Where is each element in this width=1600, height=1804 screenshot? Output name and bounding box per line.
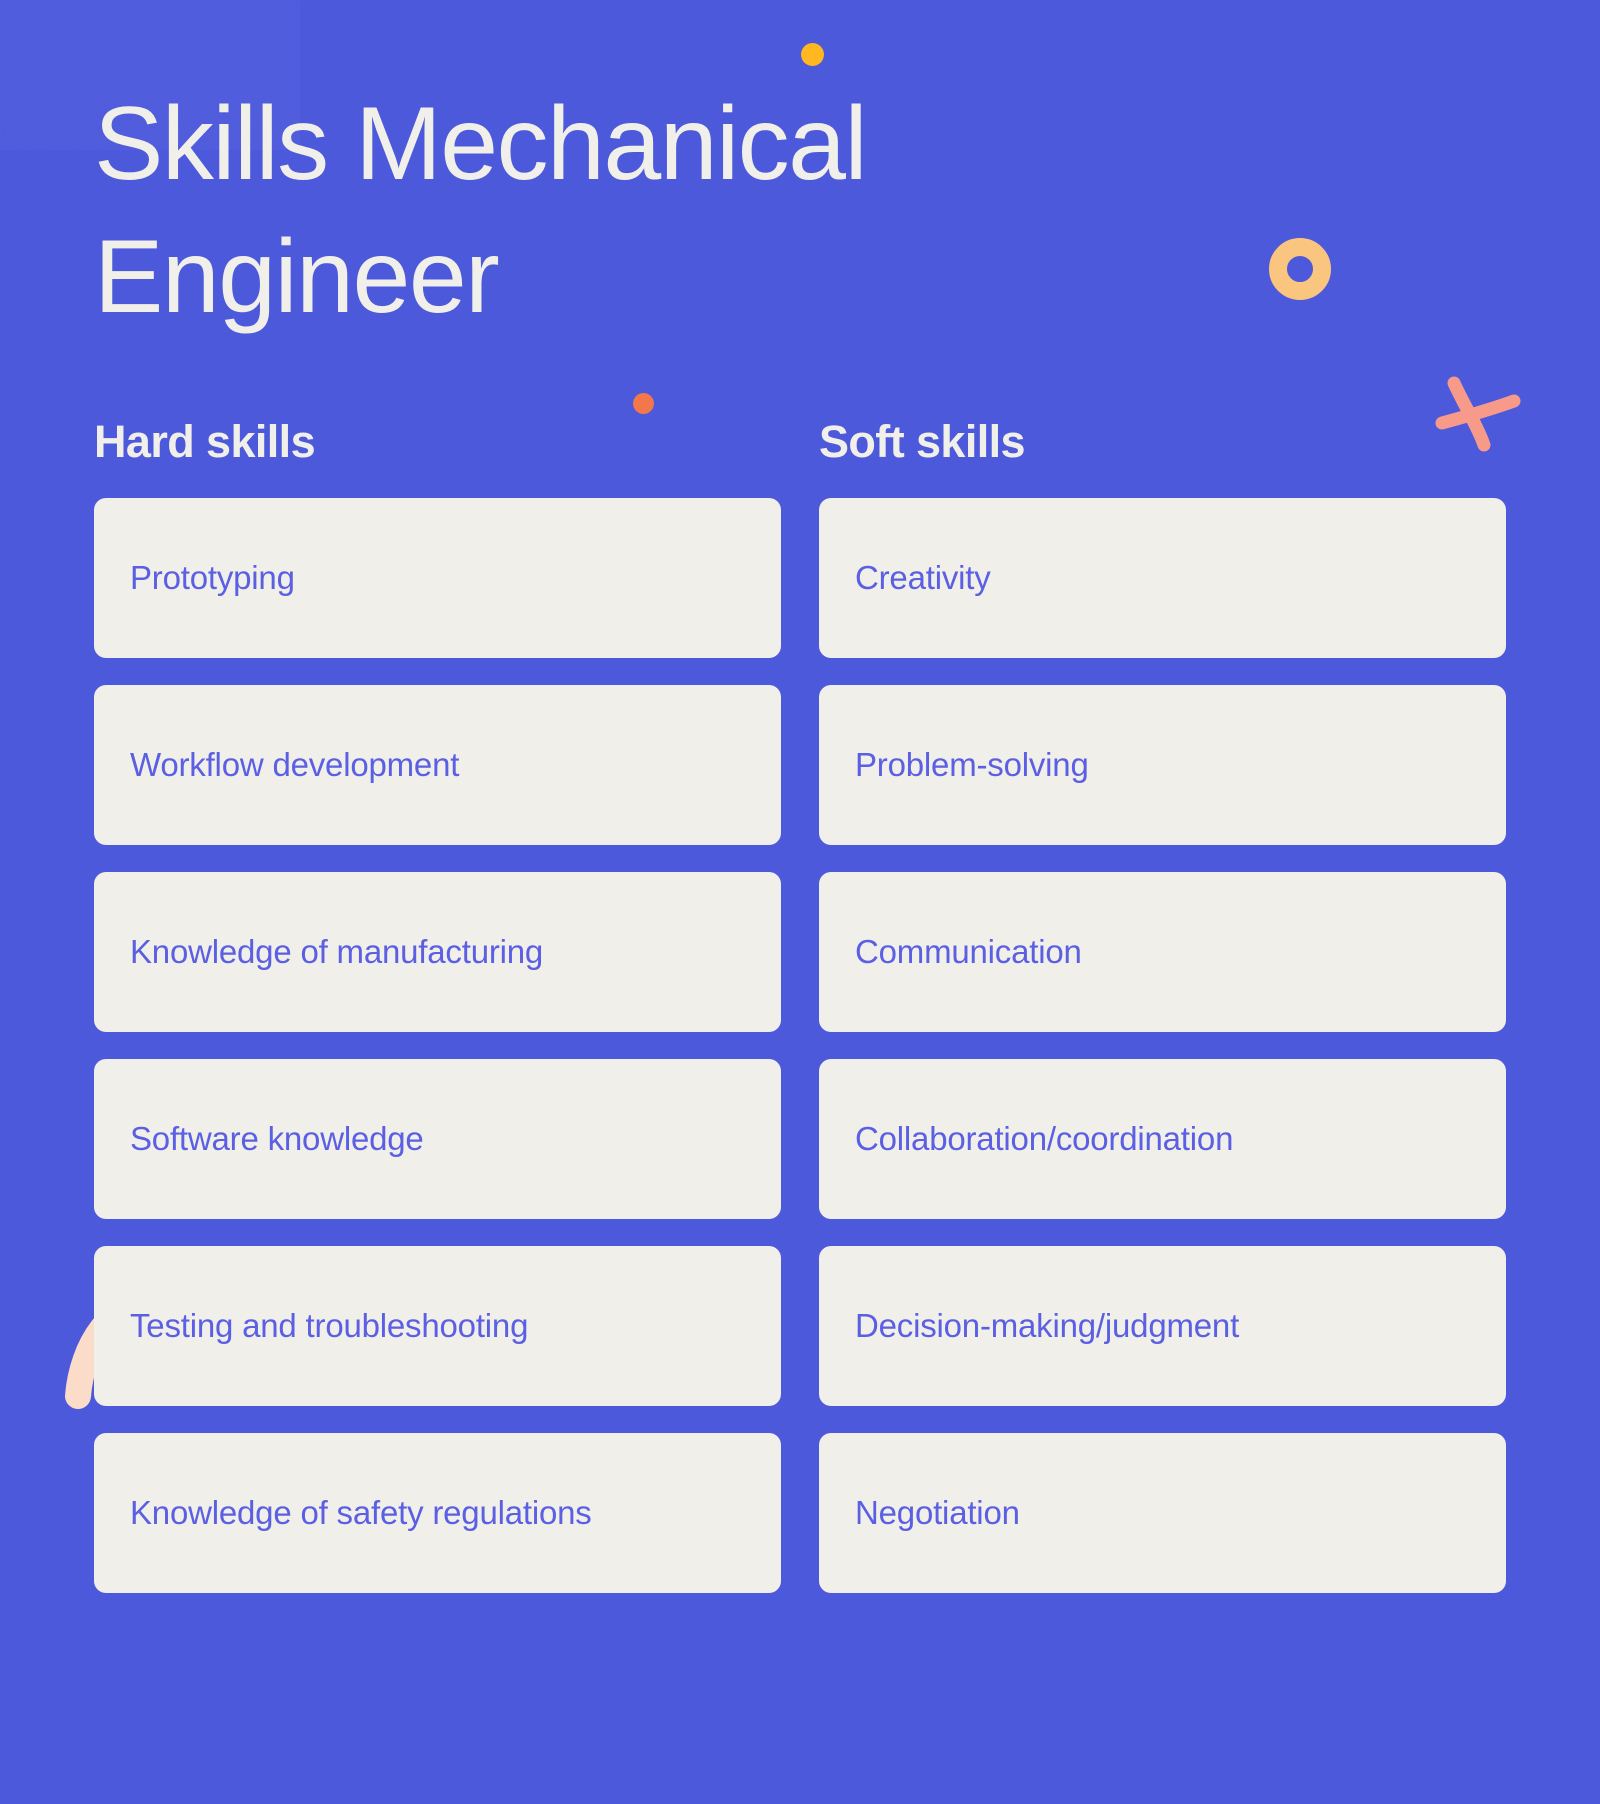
skill-label: Knowledge of manufacturing [130, 933, 544, 971]
skill-card[interactable]: Problem-solving [819, 685, 1506, 846]
soft-skills-list: Creativity Problem-solving Communication… [819, 498, 1506, 1594]
skill-label: Workflow development [130, 746, 460, 784]
skill-label: Communication [855, 933, 1082, 971]
skill-card[interactable]: Workflow development [94, 685, 781, 846]
hard-skills-column: Hard skills Prototyping Workflow develop… [94, 416, 781, 1594]
soft-skills-heading: Soft skills [819, 416, 1026, 468]
skill-card[interactable]: Knowledge of manufacturing [94, 872, 781, 1033]
skill-card[interactable]: Decision-making/judgment [819, 1246, 1506, 1407]
skill-card[interactable]: Negotiation [819, 1433, 1506, 1594]
skill-label: Creativity [855, 559, 991, 597]
skill-label: Negotiation [855, 1494, 1020, 1532]
hard-skills-list: Prototyping Workflow development Knowled… [94, 498, 781, 1594]
infographic-page: Skills Mechanical Engineer Hard skills P… [0, 0, 1600, 1804]
hard-skills-heading: Hard skills [94, 416, 316, 468]
page-title: Skills Mechanical Engineer [94, 86, 868, 336]
skill-card[interactable]: Creativity [819, 498, 1506, 659]
skill-label: Testing and troubleshooting [130, 1307, 529, 1345]
skill-label: Prototyping [130, 559, 295, 597]
skill-label: Collaboration/coordination [855, 1120, 1234, 1158]
skill-card[interactable]: Testing and troubleshooting [94, 1246, 781, 1407]
skill-card[interactable]: Software knowledge [94, 1059, 781, 1220]
skill-label: Knowledge of safety regulations [130, 1494, 592, 1532]
skill-label: Decision-making/judgment [855, 1307, 1240, 1345]
skill-label: Software knowledge [130, 1120, 424, 1158]
soft-skills-column: Soft skills Creativity Problem-solving C… [819, 416, 1506, 1594]
skill-card[interactable]: Prototyping [94, 498, 781, 659]
skill-label: Problem-solving [855, 746, 1089, 784]
skill-card[interactable]: Knowledge of safety regulations [94, 1433, 781, 1594]
skills-columns: Hard skills Prototyping Workflow develop… [94, 416, 1506, 1594]
skill-card[interactable]: Collaboration/coordination [819, 1059, 1506, 1220]
skill-card[interactable]: Communication [819, 872, 1506, 1033]
